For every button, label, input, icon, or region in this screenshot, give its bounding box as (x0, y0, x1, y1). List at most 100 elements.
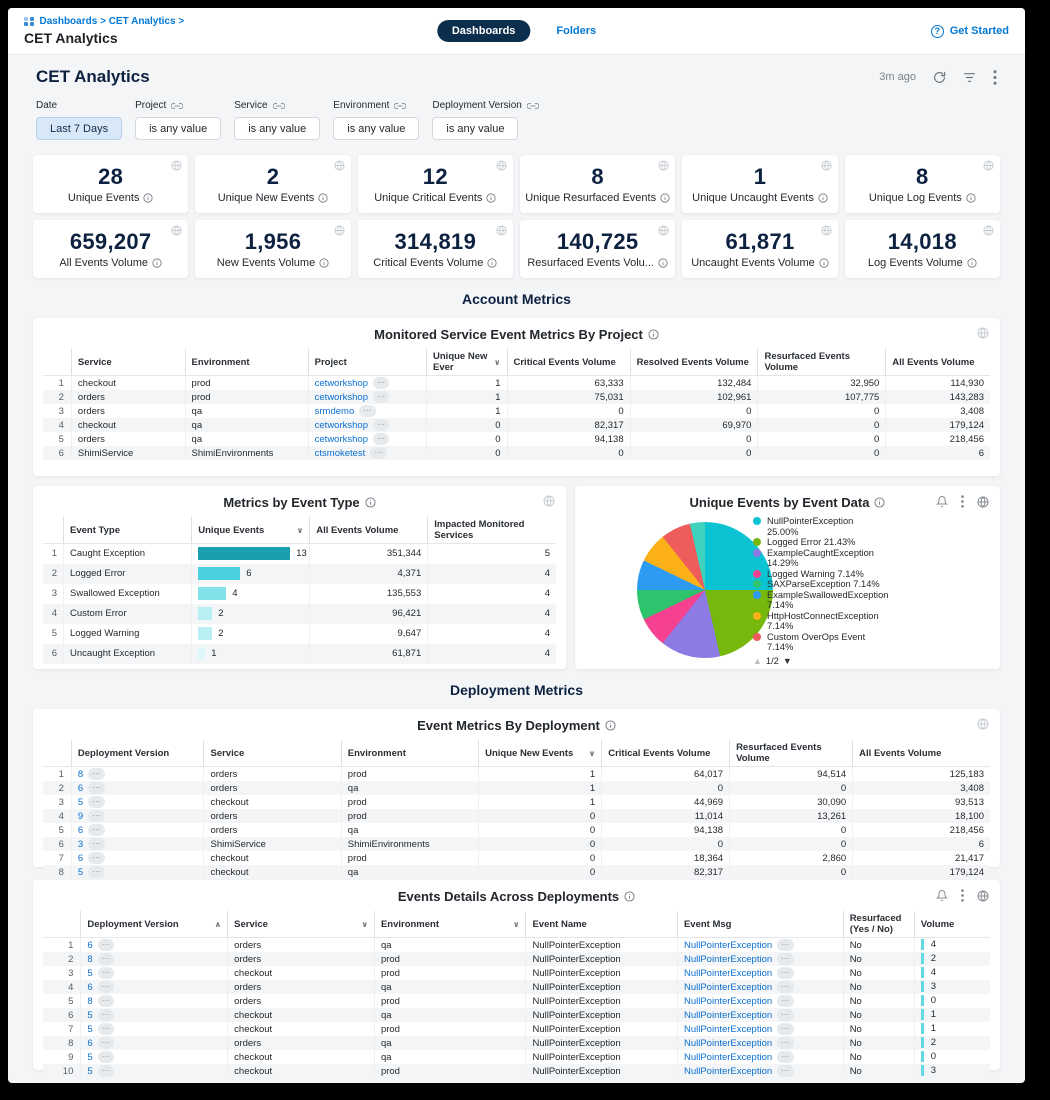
info-icon[interactable] (819, 258, 829, 268)
kebab-menu-icon[interactable] (961, 495, 964, 508)
ellipsis-pill[interactable]: ⋯ (777, 939, 794, 951)
cell-link[interactable]: NullPointerException (684, 1024, 772, 1035)
ellipsis-pill[interactable]: ⋯ (373, 377, 390, 389)
cell-link[interactable]: NullPointerException (684, 982, 772, 993)
cell-link[interactable]: NullPointerException (684, 1066, 772, 1077)
legend-item[interactable]: NullPointerException25.00% (753, 516, 990, 537)
globe-icon[interactable] (821, 160, 832, 171)
info-icon[interactable] (487, 258, 497, 268)
column-header[interactable]: Resurfaced Events Volume (758, 349, 886, 376)
ellipsis-pill[interactable]: ⋯ (373, 419, 390, 431)
info-icon[interactable] (624, 891, 635, 902)
column-header[interactable]: Environment∨ (374, 911, 526, 938)
ellipsis-pill[interactable]: ⋯ (98, 1037, 115, 1049)
info-icon[interactable] (152, 258, 162, 268)
cell-link[interactable]: 5 (78, 797, 83, 808)
cell-link[interactable]: cetworkshop (315, 378, 368, 389)
column-header[interactable]: Deployment Version∧ (81, 911, 228, 938)
ellipsis-pill[interactable]: ⋯ (777, 995, 794, 1007)
ellipsis-pill[interactable]: ⋯ (777, 1065, 794, 1077)
ellipsis-pill[interactable]: ⋯ (88, 866, 105, 878)
column-header[interactable]: Unique New Ever∨ (427, 349, 507, 376)
column-header[interactable]: Event Type (64, 517, 192, 544)
cell-link[interactable]: srmdemo (315, 406, 355, 417)
ellipsis-pill[interactable]: ⋯ (777, 981, 794, 993)
column-header[interactable]: Service (71, 349, 185, 376)
globe-icon[interactable] (977, 496, 989, 508)
cell-link[interactable]: 5 (87, 1010, 92, 1021)
globe-icon[interactable] (171, 225, 182, 236)
info-icon[interactable] (658, 258, 668, 268)
ellipsis-pill[interactable]: ⋯ (373, 391, 390, 403)
globe-icon[interactable] (543, 495, 555, 507)
ellipsis-pill[interactable]: ⋯ (88, 824, 105, 836)
column-header[interactable]: All Events Volume (853, 740, 990, 767)
legend-page-up-icon[interactable]: ▲ (753, 656, 762, 667)
column-header[interactable]: Unique New Events∨ (479, 740, 602, 767)
kebab-menu-icon[interactable] (993, 70, 997, 85)
filter-icon[interactable] (963, 72, 976, 83)
column-header[interactable]: Service (204, 740, 341, 767)
cell-link[interactable]: 6 (78, 825, 83, 836)
cell-link[interactable]: 8 (78, 769, 83, 780)
cell-link[interactable]: NullPointerException (684, 954, 772, 965)
info-icon[interactable] (143, 193, 153, 203)
info-icon[interactable] (319, 258, 329, 268)
filter-value-service[interactable]: is any value (234, 117, 320, 140)
globe-icon[interactable] (658, 160, 669, 171)
globe-icon[interactable] (821, 225, 832, 236)
globe-icon[interactable] (496, 225, 507, 236)
breadcrumb-text[interactable]: Dashboards > CET Analytics > (40, 16, 185, 27)
bell-icon[interactable] (936, 889, 948, 902)
column-header[interactable]: Event Msg (677, 911, 843, 938)
filter-value-project[interactable]: is any value (135, 117, 221, 140)
ellipsis-pill[interactable]: ⋯ (98, 981, 115, 993)
filter-value-deployment-version[interactable]: is any value (432, 117, 518, 140)
ellipsis-pill[interactable]: ⋯ (88, 768, 105, 780)
legend-item[interactable]: ExampleSwallowedException7.14% (753, 590, 990, 611)
column-header[interactable]: Service∨ (228, 911, 375, 938)
column-header[interactable]: Deployment Version (71, 740, 204, 767)
column-header[interactable]: Unique Events∨ (192, 517, 310, 544)
column-header[interactable]: Resurfaced (Yes / No) (843, 911, 914, 938)
cell-link[interactable]: 8 (87, 954, 92, 965)
globe-icon[interactable] (977, 718, 989, 730)
info-icon[interactable] (648, 329, 659, 340)
cell-link[interactable]: NullPointerException (684, 940, 772, 951)
globe-icon[interactable] (658, 225, 669, 236)
breadcrumb[interactable]: Dashboards > CET Analytics > (24, 16, 184, 27)
info-icon[interactable] (966, 193, 976, 203)
cell-link[interactable]: 3 (78, 839, 83, 850)
column-header[interactable]: All Events Volume (886, 349, 990, 376)
ellipsis-pill[interactable]: ⋯ (373, 433, 390, 445)
column-header[interactable]: Critical Events Volume (602, 740, 730, 767)
cell-link[interactable]: 5 (87, 1052, 92, 1063)
column-header[interactable]: Resurfaced Events Volume (730, 740, 853, 767)
filter-value-environment[interactable]: is any value (333, 117, 419, 140)
globe-icon[interactable] (496, 160, 507, 171)
cell-link[interactable]: cetworkshop (315, 434, 368, 445)
cell-link[interactable]: 6 (87, 982, 92, 993)
cell-link[interactable]: 6 (87, 940, 92, 951)
cell-link[interactable]: 6 (78, 853, 83, 864)
cell-link[interactable]: ctsmoketest (315, 448, 366, 459)
ellipsis-pill[interactable]: ⋯ (777, 967, 794, 979)
ellipsis-pill[interactable]: ⋯ (88, 838, 105, 850)
kebab-menu-icon[interactable] (961, 889, 964, 902)
ellipsis-pill[interactable]: ⋯ (98, 953, 115, 965)
column-header[interactable]: Project (308, 349, 426, 376)
cell-link[interactable]: NullPointerException (684, 968, 772, 979)
tab-folders[interactable]: Folders (556, 25, 596, 37)
tab-dashboards[interactable]: Dashboards (437, 20, 531, 42)
legend-item[interactable]: SAXParseException 7.14% (753, 579, 990, 590)
ellipsis-pill[interactable]: ⋯ (98, 967, 115, 979)
column-header[interactable]: Critical Events Volume (507, 349, 630, 376)
cell-link[interactable]: 5 (87, 1066, 92, 1077)
globe-icon[interactable] (977, 890, 989, 902)
globe-icon[interactable] (983, 225, 994, 236)
legend-page-down-icon[interactable]: ▼ (783, 656, 792, 667)
info-icon[interactable] (605, 720, 616, 731)
cell-link[interactable]: 9 (78, 811, 83, 822)
cell-link[interactable]: NullPointerException (684, 1052, 772, 1063)
legend-item[interactable]: Logged Error 21.43% (753, 537, 990, 548)
